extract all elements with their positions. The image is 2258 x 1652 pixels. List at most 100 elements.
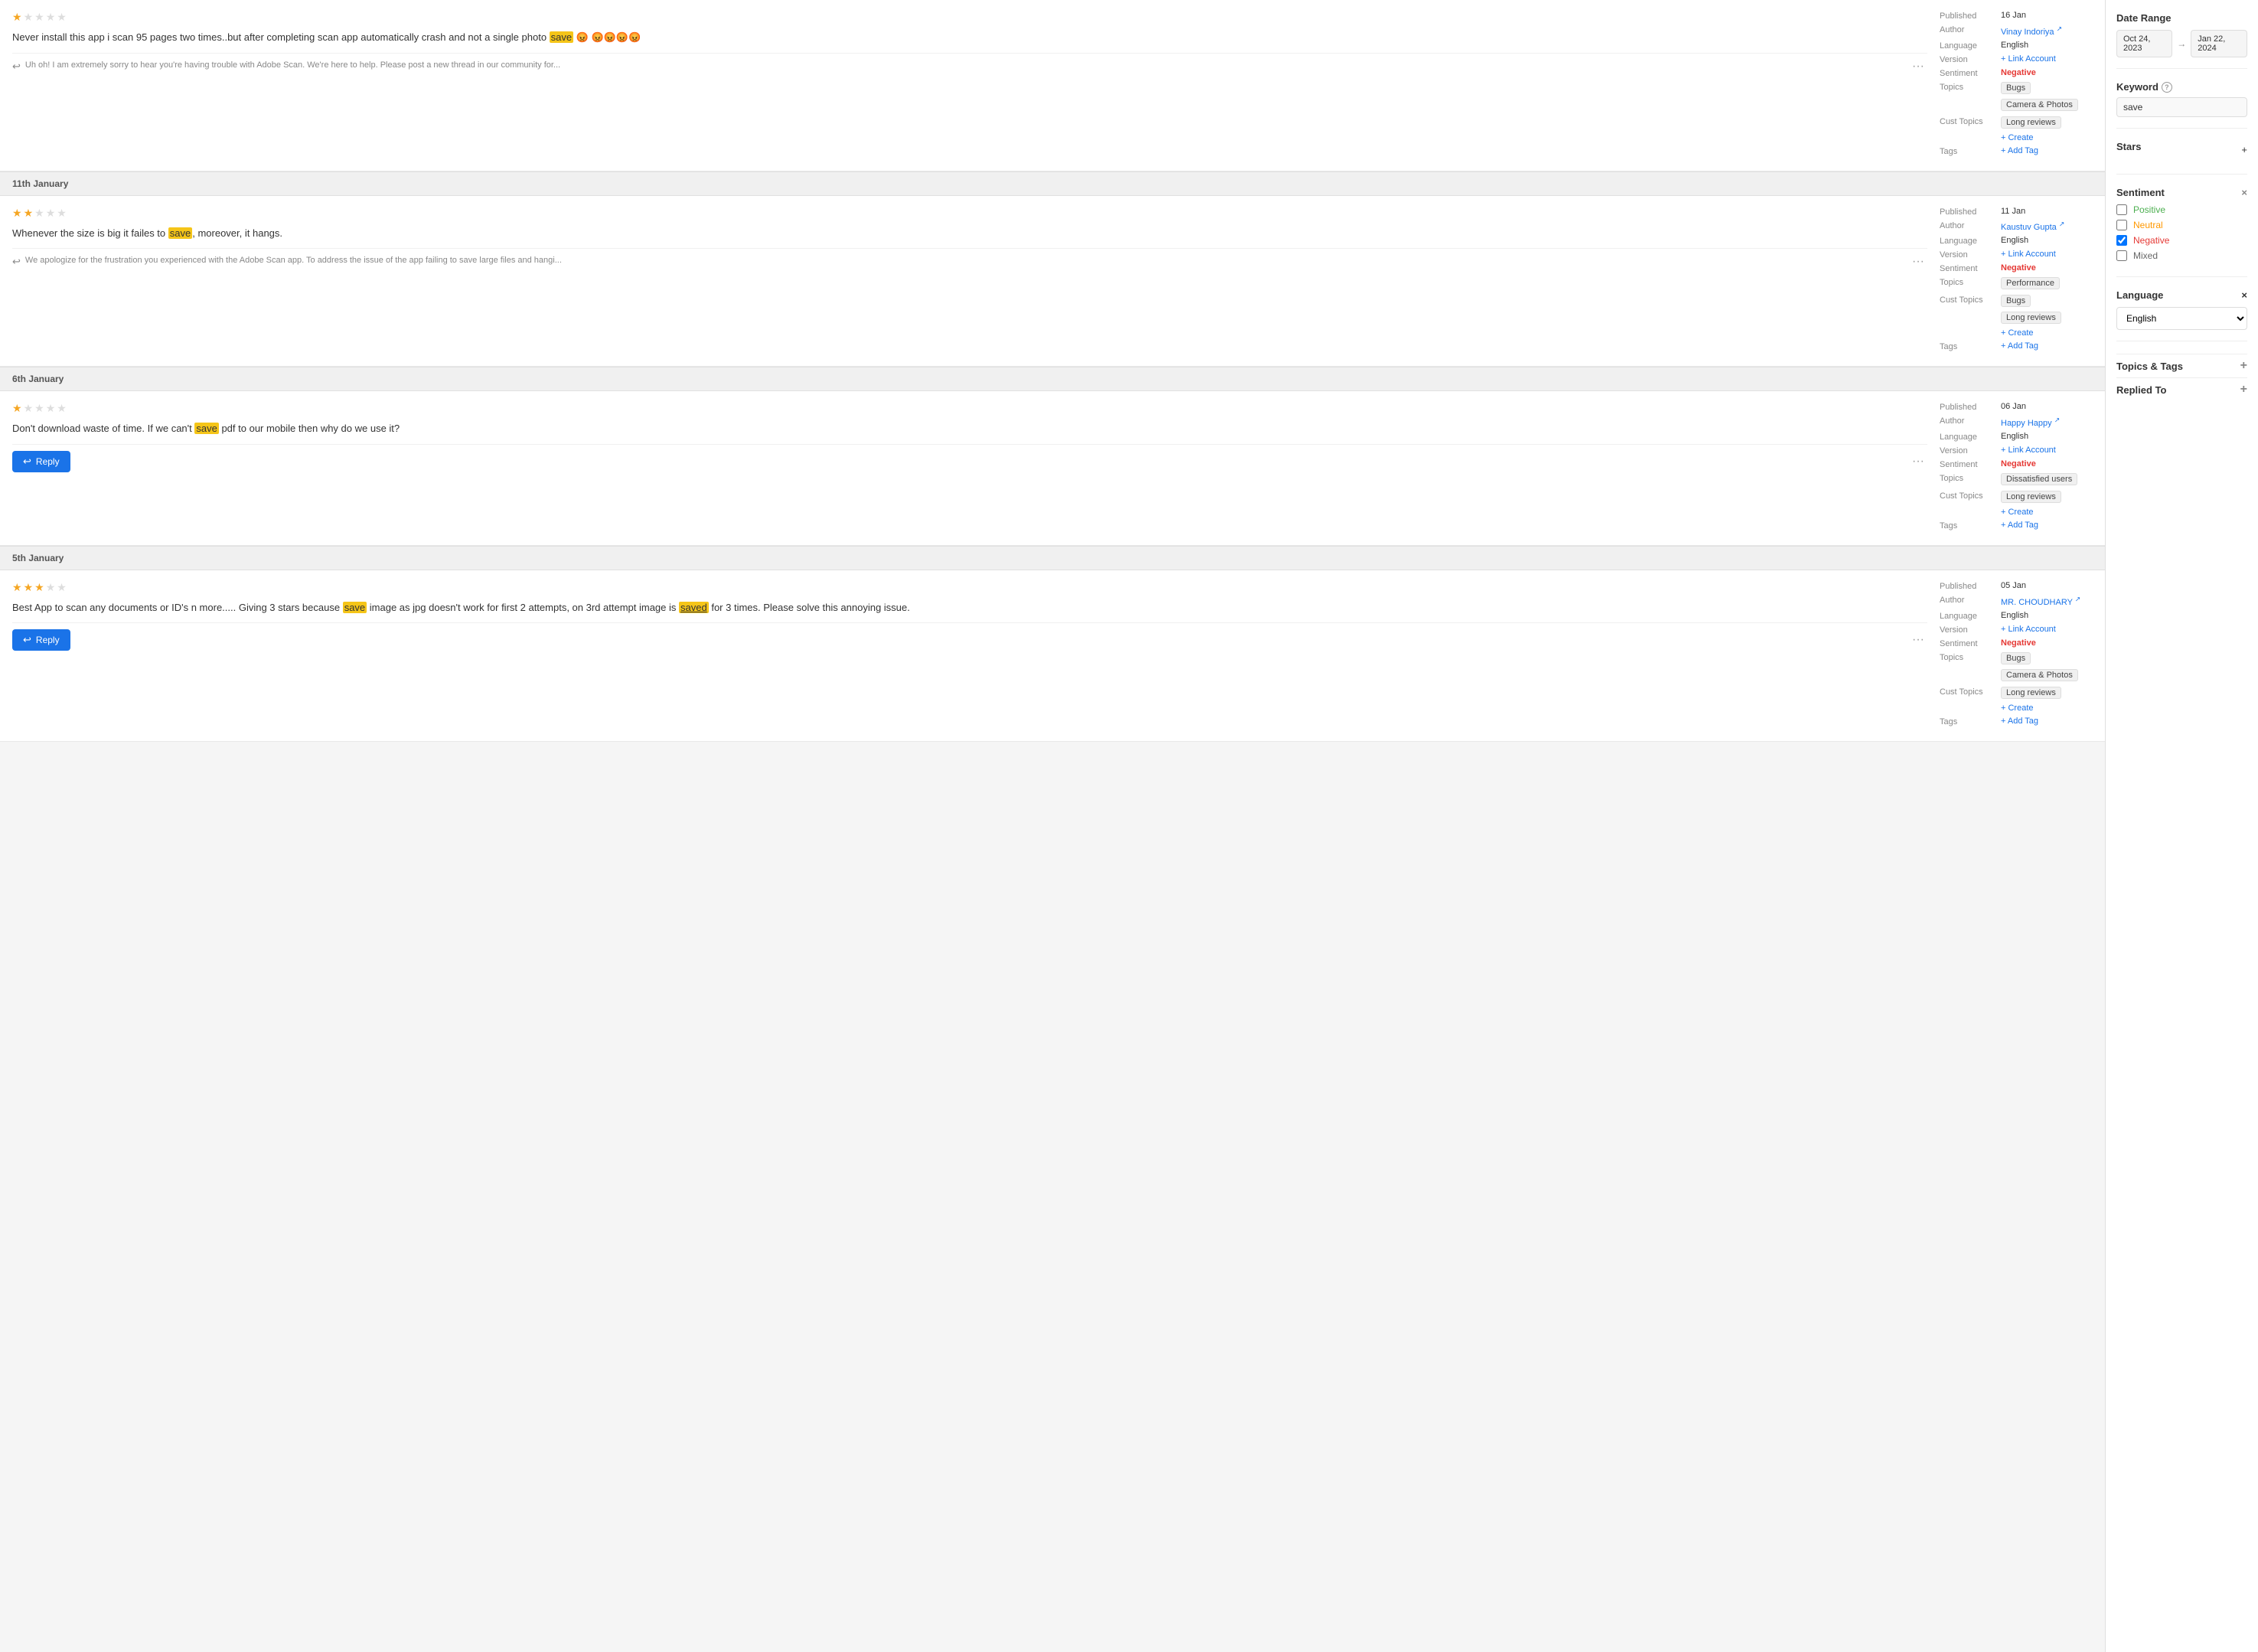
topic-badge[interactable]: Bugs: [2001, 82, 2031, 94]
sentiment-neutral-checkbox[interactable]: [2116, 220, 2127, 230]
keyword-highlight-underline: saved: [679, 602, 709, 613]
sentiment-value: Negative: [2001, 638, 2036, 648]
review-dots-menu[interactable]: ···: [1909, 455, 1927, 469]
tags-label: Tags: [1940, 146, 2001, 156]
cust-topics-value: Long reviews + Create: [2001, 116, 2093, 142]
author-name[interactable]: Kaustuv Gupta ↗: [2001, 223, 2064, 232]
create-cust-topic[interactable]: + Create: [2001, 704, 2034, 713]
reply-preview: ↩ Uh oh! I am extremely sorry to hear yo…: [12, 60, 1909, 73]
keyword-section: Keyword ?: [2116, 81, 2247, 129]
keyword-label: Keyword ?: [2116, 81, 2247, 93]
tags-row: Tags+ Add Tag: [1940, 341, 2093, 351]
sentiment-positive-checkbox[interactable]: [2116, 204, 2127, 215]
meta-row: Version+ Link Account: [1940, 54, 2093, 64]
review-dots-menu[interactable]: ···: [1909, 60, 1927, 73]
cust-topics-value: Long reviews + Create: [2001, 491, 2093, 517]
meta-value: Negative: [2001, 638, 2036, 648]
topics-value: Dissatisfied users: [2001, 473, 2080, 487]
date-arrow-icon: →: [2177, 38, 2186, 49]
cust-topic-badge[interactable]: Long reviews: [2001, 687, 2061, 699]
date-range-row: Oct 24, 2023 → Jan 22, 2024: [2116, 30, 2247, 57]
cust-topic-badge[interactable]: Long reviews: [2001, 312, 2061, 324]
review-stars: ★★★★★: [12, 11, 1927, 24]
version-link[interactable]: + Link Account: [2001, 54, 2056, 64]
meta-value: 11 Jan: [2001, 207, 2025, 216]
date-range-section: Date Range Oct 24, 2023 → Jan 22, 2024: [2116, 12, 2247, 69]
meta-label: Version: [1940, 250, 2001, 260]
cust-topic-badge[interactable]: Long reviews: [2001, 116, 2061, 129]
version-link[interactable]: + Link Account: [2001, 250, 2056, 259]
published-date: 05 Jan: [2001, 581, 2026, 590]
tags-row: Tags+ Add Tag: [1940, 146, 2093, 156]
star-icon: ★: [34, 402, 44, 415]
replied-to-label: Replied To: [2116, 384, 2166, 396]
keyword-help-icon[interactable]: ?: [2162, 82, 2172, 93]
language-select[interactable]: English Spanish French German Portuguese: [2116, 307, 2247, 330]
sentiment-mixed-checkbox[interactable]: [2116, 250, 2127, 261]
stars-expand-icon[interactable]: +: [2241, 144, 2247, 155]
create-cust-topic[interactable]: + Create: [2001, 328, 2034, 338]
reply-button[interactable]: ↩ Reply: [12, 629, 70, 651]
meta-value: Negative: [2001, 263, 2036, 273]
reply-btn-label: Reply: [36, 456, 60, 467]
reply-button[interactable]: ↩ Reply: [12, 451, 70, 472]
sentiment-mixed-label: Mixed: [2133, 250, 2158, 261]
meta-value: Negative: [2001, 459, 2036, 469]
meta-label: Version: [1940, 446, 2001, 455]
sentiment-option-positive: Positive: [2116, 204, 2247, 215]
meta-value: English: [2001, 236, 2028, 245]
cust-topic-badge[interactable]: Bugs: [2001, 295, 2031, 307]
add-tag-button[interactable]: + Add Tag: [2001, 521, 2038, 530]
version-link[interactable]: + Link Account: [2001, 625, 2056, 634]
topic-badge[interactable]: Performance: [2001, 277, 2060, 289]
language-close-icon[interactable]: ×: [2241, 289, 2247, 301]
meta-label: Author: [1940, 220, 2001, 230]
add-tag-button[interactable]: + Add Tag: [2001, 341, 2038, 351]
topics-value: Bugs Camera & Photos: [2001, 652, 2093, 683]
keyword-highlight: save: [168, 227, 192, 239]
keyword-input[interactable]: [2116, 97, 2247, 117]
reply-btn-icon: ↩: [23, 455, 31, 468]
sentiment-negative-checkbox[interactable]: [2116, 235, 2127, 246]
topics-tags-section[interactable]: Topics & Tags +: [2116, 354, 2247, 377]
author-name[interactable]: Vinay Indoriya ↗: [2001, 28, 2062, 37]
review-text: Best App to scan any documents or ID's n…: [12, 600, 1927, 615]
meta-row: Version+ Link Account: [1940, 625, 2093, 635]
meta-row: LanguageEnglish: [1940, 236, 2093, 246]
star-icon: ★: [34, 11, 44, 24]
author-name[interactable]: Happy Happy ↗: [2001, 419, 2060, 428]
version-link[interactable]: + Link Account: [2001, 446, 2056, 455]
meta-row: Published06 Jan: [1940, 402, 2093, 412]
date-to[interactable]: Jan 22, 2024: [2191, 30, 2247, 57]
star-icon: ★: [34, 207, 44, 220]
create-cust-topic[interactable]: + Create: [2001, 508, 2034, 517]
create-cust-topic[interactable]: + Create: [2001, 133, 2034, 142]
meta-value: English: [2001, 611, 2028, 620]
reply-arrow-icon: ↩: [12, 60, 21, 73]
sentiment-negative-label: Negative: [2133, 235, 2169, 246]
author-name[interactable]: MR. CHOUDHARY ↗: [2001, 598, 2080, 607]
replied-to-section[interactable]: Replied To +: [2116, 377, 2247, 401]
review-card: ★★★★★Best App to scan any documents or I…: [0, 570, 2105, 742]
review-dots-menu[interactable]: ···: [1909, 255, 1927, 269]
topic-badge[interactable]: Bugs: [2001, 652, 2031, 664]
date-section-header: 11th January: [0, 171, 2105, 196]
reviews-list: ★★★★★Never install this app i scan 95 pa…: [0, 0, 2105, 1652]
date-from[interactable]: Oct 24, 2023: [2116, 30, 2172, 57]
topic-badge[interactable]: Camera & Photos: [2001, 669, 2078, 681]
add-tag-button[interactable]: + Add Tag: [2001, 717, 2038, 726]
topics-label: Topics: [1940, 82, 2001, 92]
topics-label: Topics: [1940, 652, 2001, 662]
review-dots-menu[interactable]: ···: [1909, 633, 1927, 647]
add-tag-button[interactable]: + Add Tag: [2001, 146, 2038, 155]
star-icon: ★: [57, 11, 67, 24]
sentiment-option-neutral: Neutral: [2116, 220, 2247, 230]
topic-badge[interactable]: Camera & Photos: [2001, 99, 2078, 111]
sentiment-close-icon[interactable]: ×: [2241, 187, 2247, 198]
review-meta: Published06 JanAuthorHappy Happy ↗Langua…: [1940, 402, 2093, 534]
cust-topic-badge[interactable]: Long reviews: [2001, 491, 2061, 503]
topics-tags-label: Topics & Tags: [2116, 361, 2183, 372]
topic-badge[interactable]: Dissatisfied users: [2001, 473, 2077, 485]
meta-label: Version: [1940, 625, 2001, 635]
meta-value: Happy Happy ↗: [2001, 416, 2060, 428]
